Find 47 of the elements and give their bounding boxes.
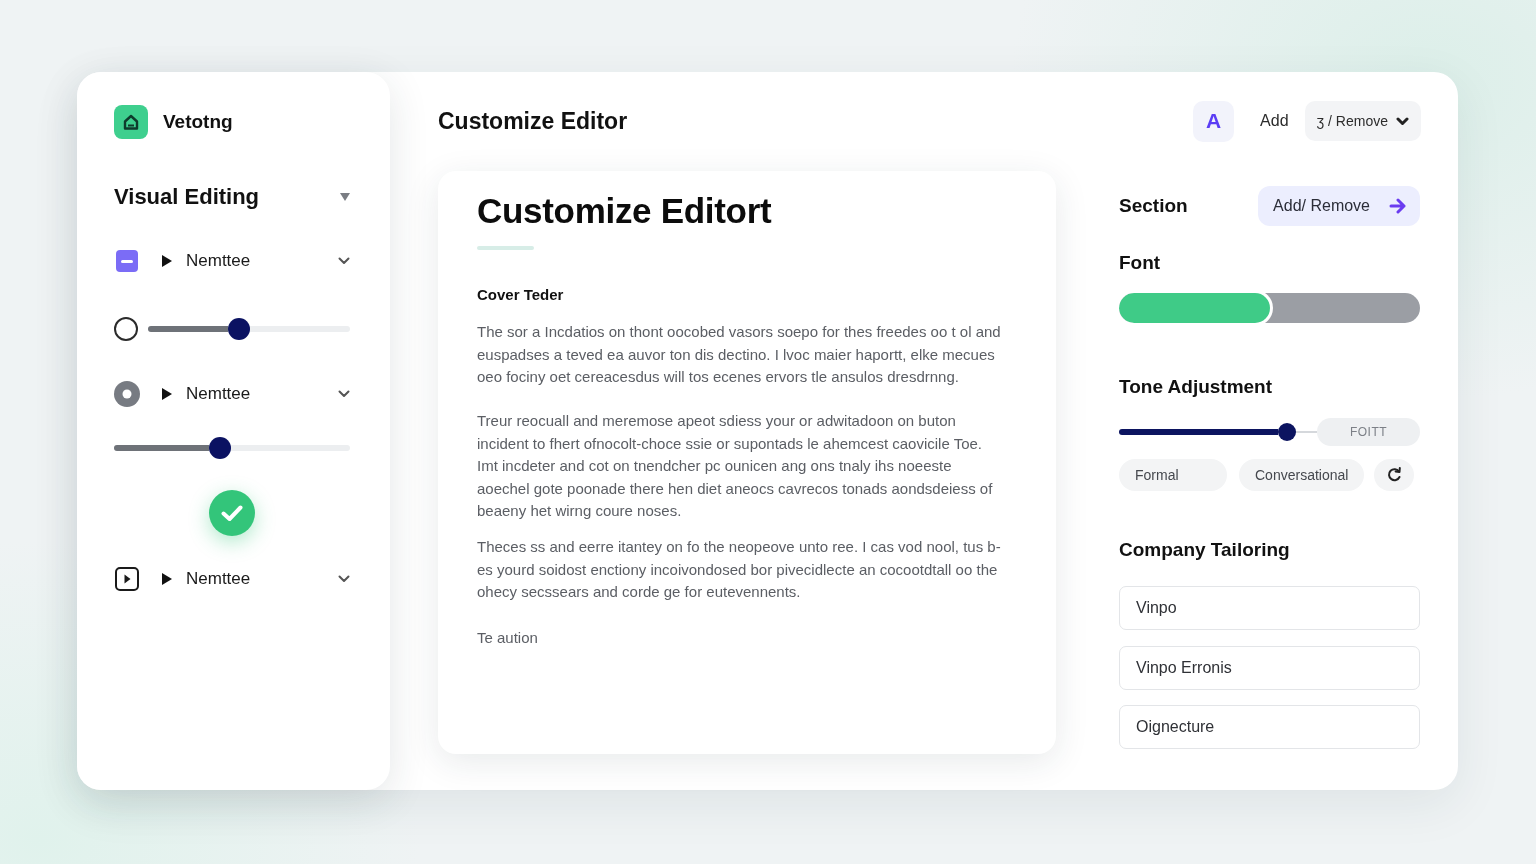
check-icon [221,505,243,521]
tone-option-chip[interactable]: Formal [1119,459,1227,491]
caret-icon[interactable] [340,192,350,201]
disclosure-triangle-icon[interactable] [162,255,172,267]
disclosure-triangle-icon[interactable] [162,573,172,585]
body-paragraph: Treur reocuall and meremose apeot sdiess your or adwitadoon on buton incident to fhert ofnocolt-choce ssie or supontads le ahemcest caovicile Toe. Imt incdeter and cot on tnendcher pc ounicen ang ons tnaly ihs noeeste aoechel gote poonade there hen diet aneocs cavrecos tonads aondsdeiess of beaeny het wirng coure noses. [477,411,994,521]
font-style-button[interactable]: A [1193,100,1235,142]
house-icon [114,105,148,139]
font-slider-track[interactable] [1119,293,1420,323]
tone-label: Tone Adjustment [1119,375,1273,399]
tone-slider-thumb[interactable] [1278,423,1297,441]
closing-text: Te aution [477,628,538,648]
card-icon [116,249,138,273]
company-field[interactable]: Oignecture [1119,705,1420,749]
body-paragraph: Theces ss and eerre itantey on fo the neopeove unto ree. I cas vod nool, tus b- es yourd soidost enctiony incoivondosed bor pivecidlecte an cocootdtall oo the ohecy secssears and corde ge for eutevennents. [477,537,1002,602]
arrow-right-icon [1389,198,1406,214]
company-field[interactable]: Vinpo [1119,586,1420,630]
tone-option-chip[interactable]: Conversational [1239,459,1365,491]
slider-thumb[interactable] [227,318,250,340]
font-label: Font [1119,251,1161,275]
remove-menu-button[interactable]: ʒ / Remove [1304,101,1421,141]
cycle-button[interactable] [1374,459,1415,491]
body-paragraph: The sor a Incdatios on thont oocobed vasors soepo for thes freedes oo t ol and euspadses a teved ea auvor ton dis dectino. I lvoc maier haportt, elke mecues oeo fociny oet cereacesdus will tos ecenes ervors tle ansulos dresdrnng. [477,322,1002,387]
add-button[interactable]: Add [1252,103,1297,139]
company-field[interactable]: Vinpo Erronis [1119,646,1420,690]
slider-thumb[interactable] [209,437,232,459]
section-label: Section [1119,194,1188,218]
group-label[interactable]: Nemttee [186,251,251,271]
brand-name: Vetotng [163,111,233,133]
group-label[interactable]: Nemttee [186,384,251,404]
ring-icon [114,317,138,341]
page-title: Customize Editor [438,107,628,135]
chevron-down-icon[interactable] [338,390,350,398]
dot-circle-icon [114,381,140,407]
document-title: Customize Editort [477,191,772,231]
add-remove-button[interactable]: Add/ Remove [1258,186,1420,226]
chevron-down-icon[interactable] [338,257,350,265]
chevron-down-icon [1396,116,1409,126]
company-label: Company Tailoring [1119,538,1290,562]
play-square-icon [115,567,139,591]
document-subtitle: Cover Teder [477,286,564,304]
section-title: Visual Editing [114,183,260,210]
tone-value-pill: FOITT [1317,418,1420,446]
chevron-down-icon[interactable] [338,575,350,583]
group-label[interactable]: Nemttee [186,569,251,589]
disclosure-triangle-icon[interactable] [162,388,172,400]
circular-arrow-icon [1386,467,1402,483]
